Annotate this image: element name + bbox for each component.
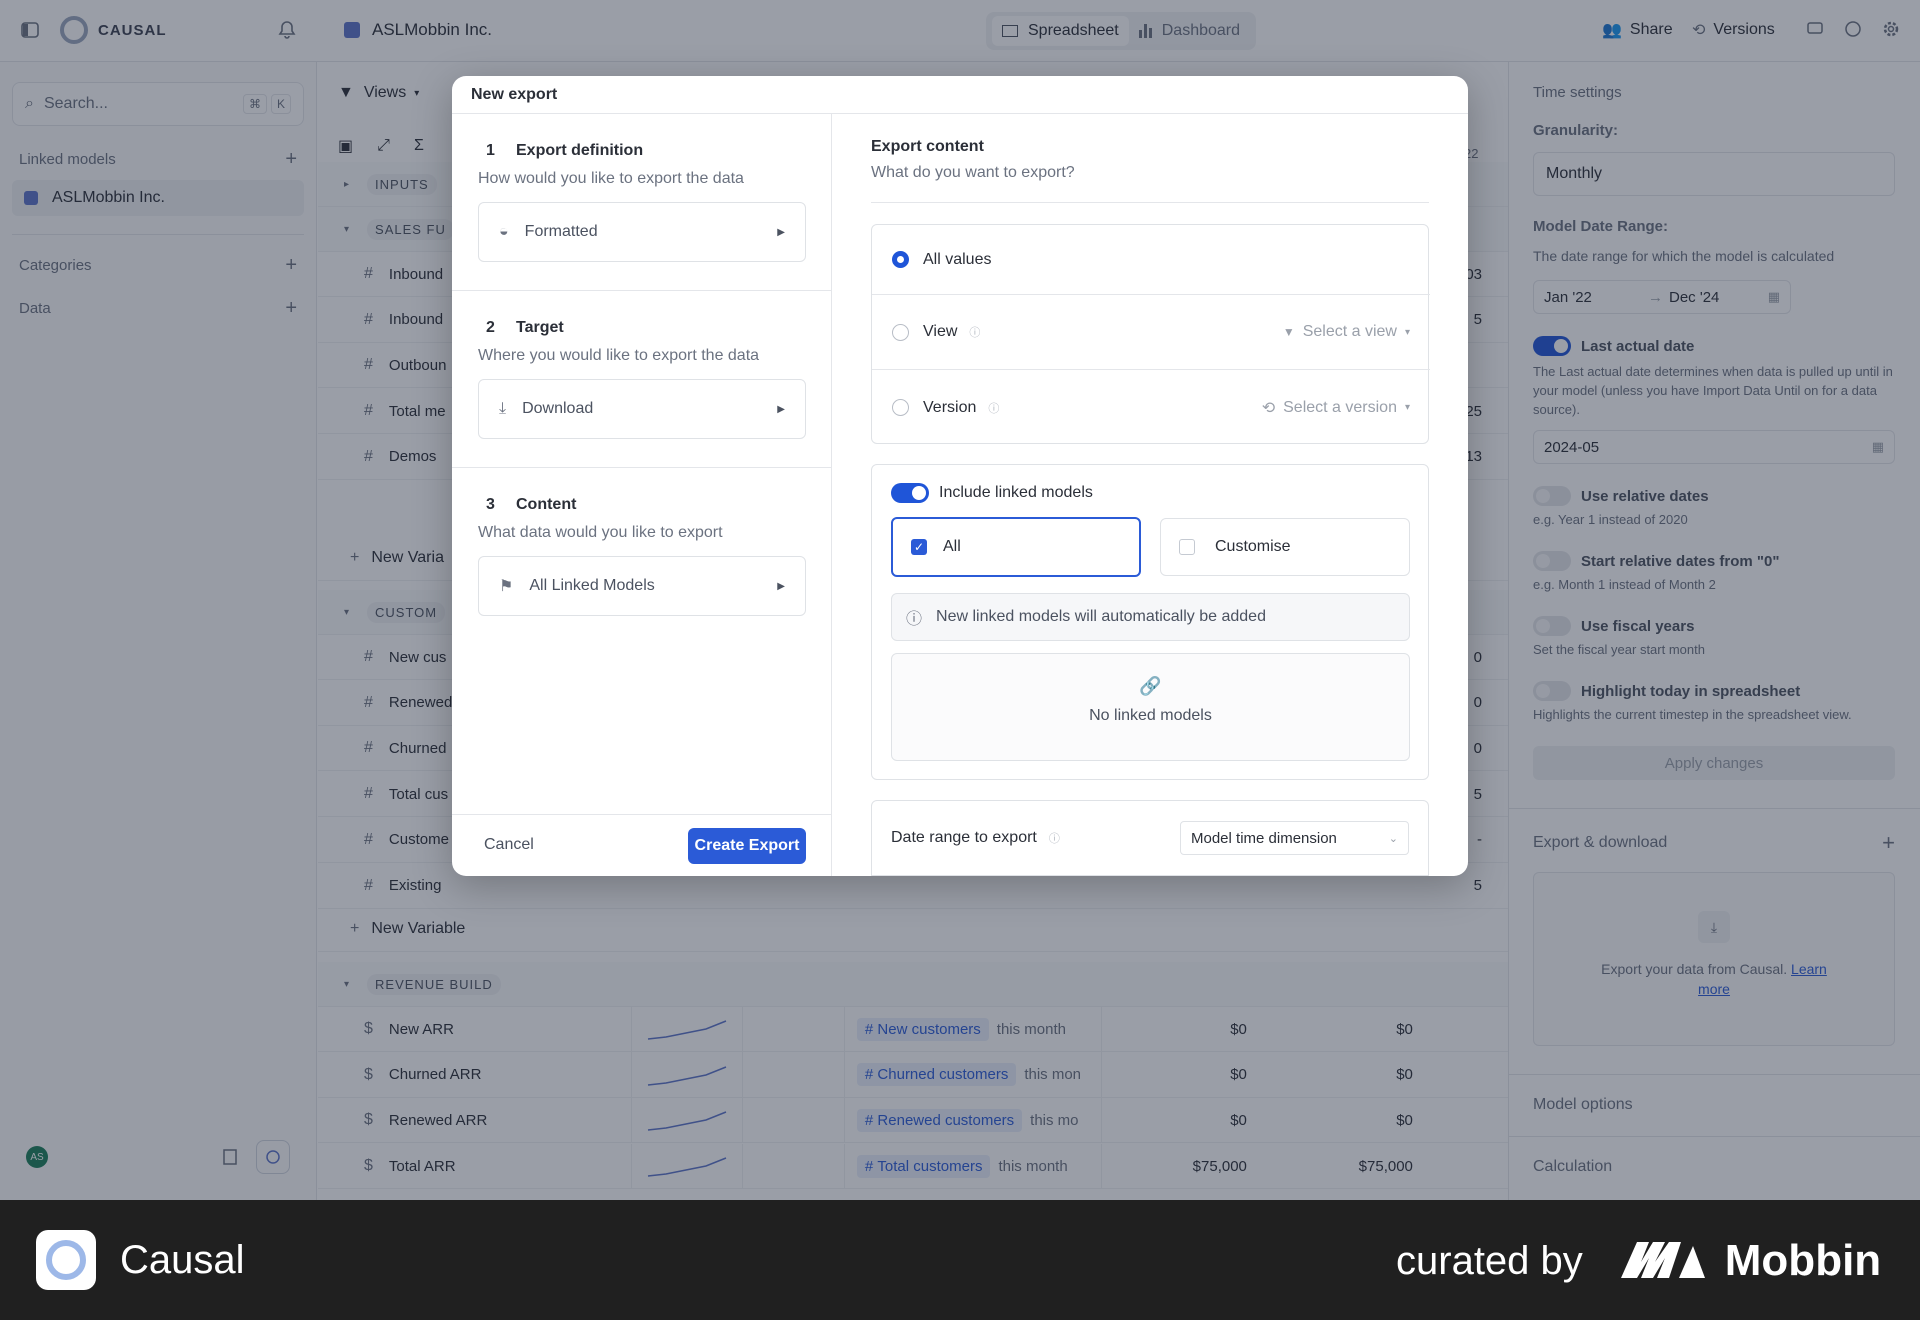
mobbin-footer: Causal curated by Mobbin <box>0 1200 1920 1320</box>
causal-app-icon <box>36 1230 96 1290</box>
download-tray-icon: ⤓ <box>499 400 507 417</box>
no-linked-models: 🔗 No linked models <box>891 653 1410 761</box>
date-range-box: Date range to export ⓘ Model time dimens… <box>871 800 1429 876</box>
include-linked-toggle[interactable]: Include linked models <box>891 483 1093 503</box>
caret-right-icon: ▶ <box>777 580 785 592</box>
option-view[interactable]: View ⓘ ▼ Select a view ▾ <box>872 295 1430 370</box>
help-icon: ⓘ <box>1048 833 1060 845</box>
linked-models-box: Include linked models ✓ All Customise ⓘ … <box>871 464 1429 780</box>
checkbox-icon[interactable] <box>1179 539 1195 555</box>
radio-view[interactable] <box>892 323 909 341</box>
content-title: Export content <box>871 138 984 155</box>
option-version[interactable]: Version ⓘ ⟲ Select a version ▾ <box>872 370 1430 445</box>
chevron-down-icon: ▾ <box>1404 402 1410 413</box>
select-view-label: Select a view <box>1302 323 1397 340</box>
mobbin-logo-icon <box>1619 1238 1707 1285</box>
step-desc: What data would you like to export <box>478 524 723 541</box>
mobbin-wordmark: Mobbin <box>1724 1236 1882 1285</box>
filter-icon: ▼ <box>1282 325 1295 339</box>
curated-by: curated by Mobbin <box>1396 1236 1881 1286</box>
step-title: Export definition <box>516 142 644 159</box>
option-view-label: View <box>923 323 958 340</box>
checkbox-checked-icon[interactable]: ✓ <box>911 539 927 555</box>
select-version-dropdown[interactable]: ⟲ Select a version ▾ <box>1262 398 1410 418</box>
option-all-values-label: All values <box>923 250 992 268</box>
content-desc: What do you want to export? <box>871 164 1075 181</box>
curated-by-label: curated by <box>1396 1238 1583 1283</box>
modal-title: New export <box>471 85 558 103</box>
date-range-export-label: Date range to export <box>891 829 1037 846</box>
date-range-select[interactable]: Model time dimension ⌄ <box>1180 821 1409 855</box>
footer-brand: Causal <box>36 1230 245 1290</box>
linked-all-option[interactable]: ✓ All <box>891 517 1141 577</box>
help-icon: ⓘ <box>969 327 981 339</box>
cancel-button[interactable]: Cancel <box>472 830 546 860</box>
linked-all-label: All <box>943 538 961 555</box>
export-step-1: 1 Export definition How would you like to … <box>452 114 832 291</box>
info-icon: ⓘ <box>906 611 923 628</box>
option-version-label: Version <box>923 398 977 416</box>
create-export-button[interactable]: Create Export <box>688 828 806 864</box>
step-choice-button[interactable]: ⚑ All Linked Models ▶ <box>478 556 806 616</box>
step-desc: How would you like to export the data <box>478 170 744 187</box>
link-icon: 🔗 <box>1139 676 1162 696</box>
step-title: Content <box>516 496 577 513</box>
step-choice-button[interactable]: ◒ Formatted ▶ <box>478 202 806 262</box>
include-linked-label: Include linked models <box>939 484 1093 501</box>
date-range-select-value: Model time dimension <box>1191 829 1337 847</box>
step-choice-button[interactable]: ⤓ Download ▶ <box>478 379 806 439</box>
help-icon: ⓘ <box>988 402 1000 415</box>
caret-right-icon: ▶ <box>777 226 785 238</box>
step-title: Target <box>516 319 564 336</box>
linked-customise-option[interactable]: Customise <box>1160 518 1410 576</box>
modal-header: New export <box>452 76 1468 114</box>
export-content-panel: Export content What do you want to expor… <box>832 114 1468 876</box>
no-linked-text: No linked models <box>1089 707 1212 724</box>
select-version-label: Select a version <box>1283 398 1397 416</box>
new-export-modal: New export 1 Export definition How would y… <box>452 76 1468 876</box>
select-view-dropdown[interactable]: ▼ Select a view ▾ <box>1283 323 1410 341</box>
step-number: 1 <box>486 142 495 159</box>
chevron-down-icon: ⌄ <box>1388 832 1398 845</box>
divider <box>871 202 1429 203</box>
app-window: CAUSAL ASLMobbin Inc. Spreadsheet Dashbo… <box>0 0 1920 1200</box>
step-choice-label: All Linked Models <box>529 577 655 594</box>
linked-notice-text: New linked models will automatically be … <box>936 608 1266 625</box>
export-step-3: 3 Content What data would you like to expo… <box>452 468 832 645</box>
include-linked-switch[interactable] <box>891 483 929 503</box>
step-number: 3 <box>486 496 495 513</box>
database-icon: ◒ <box>499 223 509 240</box>
radio-all-values[interactable] <box>892 251 909 268</box>
history-icon: ⟲ <box>1261 399 1276 417</box>
linked-notice: ⓘ New linked models will automatically b… <box>891 593 1410 641</box>
footer-app-name: Causal <box>120 1237 245 1282</box>
step-number: 2 <box>486 319 495 336</box>
chevron-down-icon: ▾ <box>1404 326 1410 338</box>
content-options: All values View ⓘ ▼ Select a view ▾ Vers… <box>871 224 1430 445</box>
caret-right-icon: ▶ <box>777 403 785 415</box>
step-desc: Where you would like to export the data <box>478 347 760 364</box>
export-step-2: 2 Target Where you would like to export th… <box>452 291 832 468</box>
linked-customise-label: Customise <box>1215 538 1291 555</box>
step-choice-label: Formatted <box>524 223 598 240</box>
divider <box>452 814 832 815</box>
radio-version[interactable] <box>892 399 909 416</box>
step-choice-label: Download <box>522 400 594 417</box>
export-steps-panel: 1 Export definition How would you like to … <box>452 114 832 876</box>
flag-icon: ⚑ <box>499 578 514 595</box>
option-all-values[interactable]: All values <box>872 225 1430 295</box>
